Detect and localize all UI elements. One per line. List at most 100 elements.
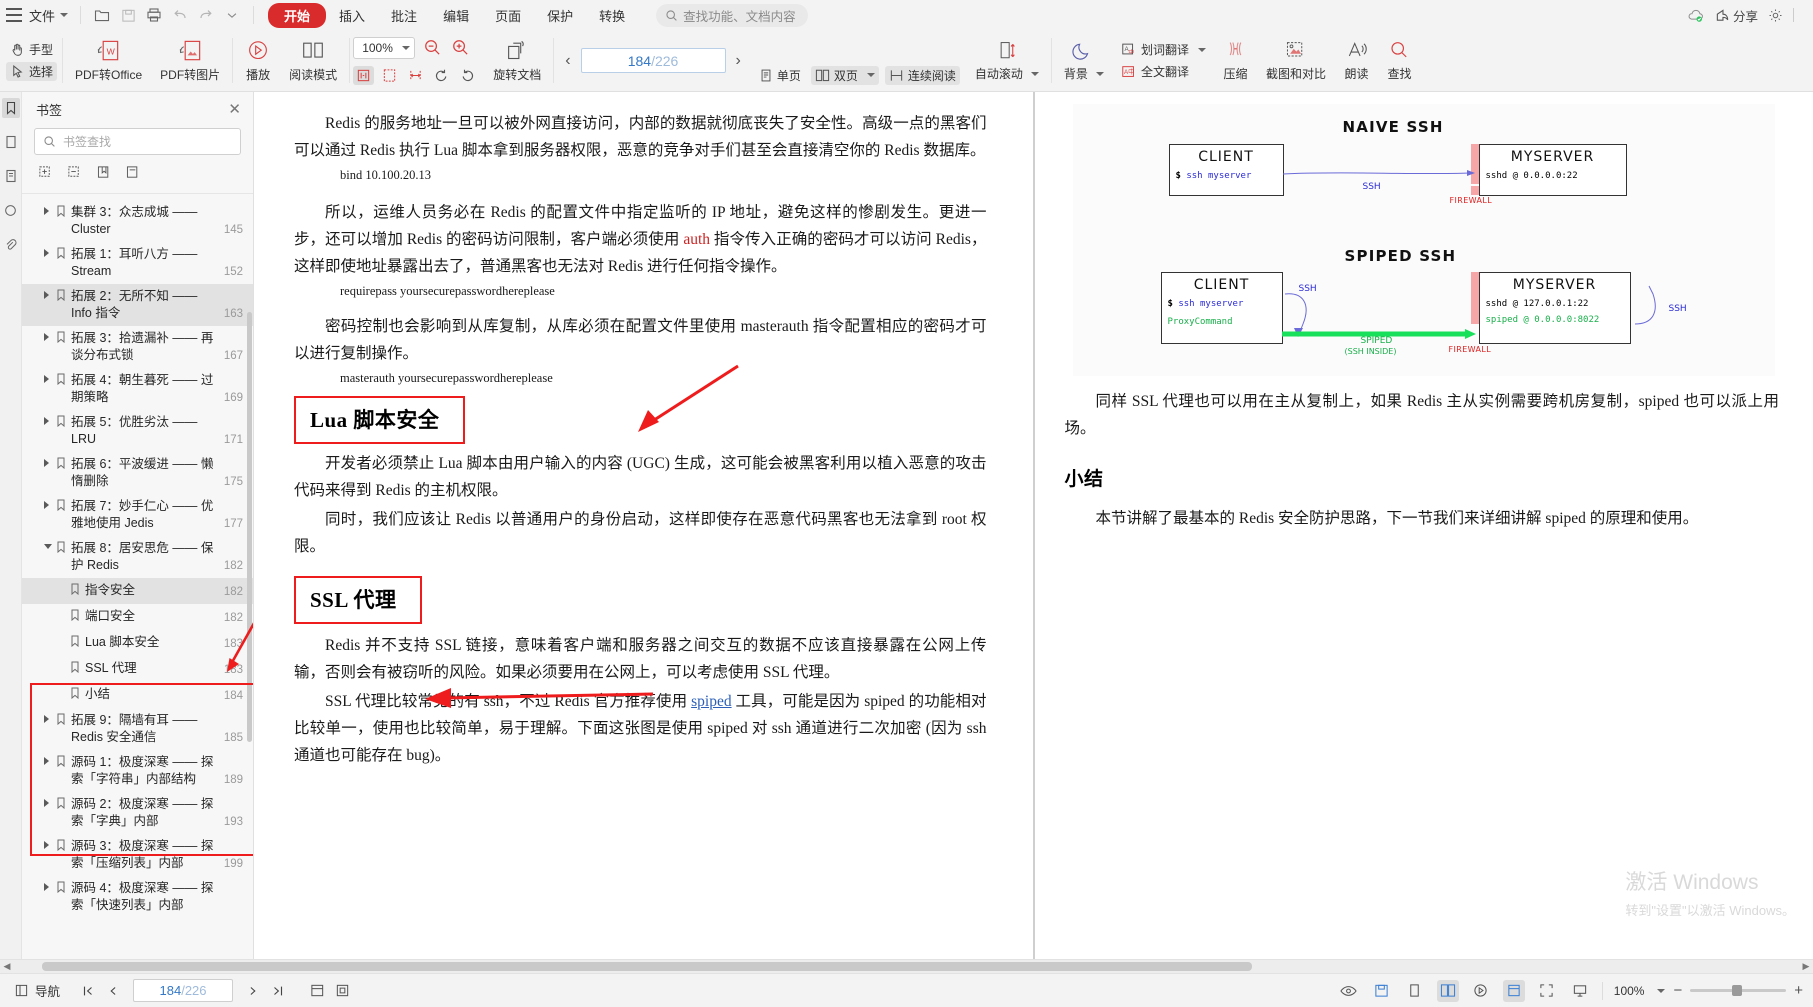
open-icon[interactable] — [89, 3, 115, 27]
zoom-out-button[interactable]: − — [1673, 982, 1682, 999]
fullscreen-button[interactable] — [1536, 980, 1558, 1002]
tab-edit[interactable]: 编辑 — [430, 3, 482, 28]
chevron-right-icon[interactable] — [44, 417, 49, 425]
add-bookmark-icon[interactable] — [96, 165, 111, 185]
chevron-down-icon[interactable] — [44, 544, 52, 553]
next-page-button[interactable] — [242, 980, 264, 1002]
chevron-right-icon[interactable] — [44, 375, 49, 383]
tab-start[interactable]: 开始 — [268, 3, 326, 28]
save-status-button[interactable] — [1371, 980, 1393, 1002]
fit-page-status-button[interactable] — [331, 980, 353, 1002]
chevron-right-icon[interactable] — [44, 799, 49, 807]
bookmark-item[interactable]: 拓展 4：朝生暮死 —— 过期策略169 — [22, 368, 253, 410]
double-page-view[interactable]: 双页 — [811, 66, 879, 85]
global-search[interactable]: 查找功能、文档内容 — [656, 4, 808, 27]
tab-comment[interactable]: 批注 — [378, 3, 430, 28]
tab-insert[interactable]: 插入 — [326, 3, 378, 28]
tab-protect[interactable]: 保护 — [534, 3, 586, 28]
read-aloud-button[interactable]: 朗读 — [1335, 30, 1378, 91]
save-icon[interactable] — [115, 3, 141, 27]
file-menu[interactable]: 文件 — [25, 6, 72, 25]
background-button[interactable]: 背景 — [1055, 30, 1113, 91]
single-page-status-button[interactable] — [1404, 980, 1426, 1002]
zoom-slider[interactable] — [1690, 989, 1786, 992]
fit-width-status-button[interactable] — [1503, 980, 1525, 1002]
word-translate-button[interactable]: A中 划词翻译 — [1117, 40, 1210, 59]
rail-attachments[interactable] — [2, 234, 20, 254]
first-page-button[interactable] — [77, 980, 99, 1002]
page-number-input[interactable]: 184/226 — [581, 48, 726, 73]
scroll-thumb[interactable] — [42, 962, 1252, 971]
spiped-link[interactable]: spiped — [691, 693, 731, 710]
chevron-right-icon[interactable] — [44, 249, 49, 257]
chevron-right-icon[interactable] — [44, 715, 49, 723]
bookmark-item[interactable]: 拓展 7：妙手仁心 —— 优雅地使用 Jedis177 — [22, 494, 253, 536]
bookmark-item[interactable]: SSL 代理183 — [22, 656, 253, 682]
rotate-document-button[interactable]: 旋转文档 — [484, 30, 550, 91]
chevron-down-icon[interactable] — [1657, 989, 1665, 993]
chevron-right-icon[interactable] — [44, 501, 49, 509]
bookmark-scrollbar[interactable] — [246, 312, 253, 742]
play-button[interactable]: 播放 — [236, 30, 280, 91]
pdf-to-image-button[interactable]: PDF转图片 — [151, 30, 229, 91]
zoom-out-button[interactable] — [421, 37, 443, 59]
zoom-level-select[interactable]: 100% — [353, 37, 415, 59]
gear-icon[interactable] — [1768, 8, 1783, 23]
rail-outline[interactable] — [2, 166, 20, 186]
next-page-button[interactable]: › — [734, 52, 743, 70]
fit-width-button[interactable] — [405, 66, 426, 85]
prev-page-button[interactable]: ‹ — [563, 52, 572, 70]
pdf-to-office-button[interactable]: W PDF转Office — [66, 30, 151, 91]
chevron-right-icon[interactable] — [44, 333, 49, 341]
expand-all-icon[interactable] — [38, 165, 53, 185]
zoom-in-button[interactable]: + — [1794, 982, 1803, 999]
scroll-right-icon[interactable]: ▶ — [1799, 961, 1813, 972]
zoom-in-button[interactable] — [449, 37, 471, 59]
document-page-left[interactable]: Redis 的服务地址一旦可以被外网直接访问，内部的数据就彻底丧失了安全性。高级… — [254, 92, 1033, 959]
status-page-input[interactable]: 184/226 — [133, 979, 233, 1002]
bookmark-item[interactable]: 指令安全182 — [22, 578, 253, 604]
bookmark-item[interactable]: 拓展 2：无所不知 —— Info 指令163 — [22, 284, 253, 326]
horizontal-scrollbar[interactable]: ◀ ▶ — [0, 959, 1813, 973]
bookmark-item[interactable]: 拓展 3：拾遗漏补 —— 再谈分布式锁167 — [22, 326, 253, 368]
bookmark-item[interactable]: 拓展 5：优胜劣汰 —— LRU171 — [22, 410, 253, 452]
rotate-left-button[interactable] — [431, 66, 452, 85]
last-page-button[interactable] — [267, 980, 289, 1002]
play-status-button[interactable] — [1470, 980, 1492, 1002]
prev-page-button[interactable] — [102, 980, 124, 1002]
chevron-right-icon[interactable] — [44, 757, 49, 765]
continuous-read-view[interactable]: 连续阅读 — [885, 66, 960, 85]
read-mode-button[interactable]: 阅读模式 — [280, 30, 346, 91]
tab-convert[interactable]: 转换 — [586, 3, 638, 28]
find-button[interactable]: 查找 — [1378, 30, 1421, 91]
rotate-right-button[interactable] — [457, 66, 478, 85]
scroll-track[interactable] — [14, 962, 1799, 971]
rail-thumbnails[interactable] — [2, 132, 20, 152]
document-viewer[interactable]: Redis 的服务地址一旦可以被外网直接访问，内部的数据就彻底丧失了安全性。高级… — [254, 92, 1813, 959]
bookmark-item[interactable]: 源码 1：极度深寒 —— 探索「字符串」内部结构189 — [22, 750, 253, 792]
document-page-right[interactable]: NAIVE SSH CLIENT $ ssh myserver MYSERVER… — [1035, 92, 1813, 959]
close-icon[interactable]: ✕ — [228, 100, 241, 118]
hand-tool[interactable]: 手型 — [6, 40, 57, 59]
bookmark-item[interactable]: Lua 脚本安全183 — [22, 630, 253, 656]
thumbnail-view-button[interactable] — [306, 980, 328, 1002]
bookmark-item[interactable]: 拓展 9：隔墙有耳 —— Redis 安全通信185 — [22, 708, 253, 750]
undo-icon[interactable] — [167, 3, 193, 27]
bookmark-item[interactable]: 拓展 6：平波缓进 —— 懒惰删除175 — [22, 452, 253, 494]
actual-size-button[interactable] — [353, 66, 374, 85]
chevron-right-icon[interactable] — [44, 291, 49, 299]
bookmark-item[interactable]: 端口安全182 — [22, 604, 253, 630]
presentation-button[interactable] — [1569, 980, 1591, 1002]
collapse-all-icon[interactable] — [67, 165, 82, 185]
print-icon[interactable] — [141, 3, 167, 27]
scroll-left-icon[interactable]: ◀ — [0, 961, 14, 972]
cloud-sync-icon[interactable] — [1687, 8, 1705, 23]
bookmark-item[interactable]: 拓展 1：耳听八方 —— Stream152 — [22, 242, 253, 284]
rail-comments[interactable] — [2, 200, 20, 220]
rail-bookmark-panel-toggle[interactable] — [2, 98, 20, 118]
chevron-right-icon[interactable] — [44, 841, 49, 849]
bookmark-item[interactable]: 拓展 8：居安思危 —— 保护 Redis182 — [22, 536, 253, 578]
share-button[interactable]: 分享 — [1715, 6, 1758, 25]
app-menu-icon[interactable] — [6, 8, 22, 22]
auto-scroll-button[interactable]: 自动滚动 — [966, 30, 1048, 91]
